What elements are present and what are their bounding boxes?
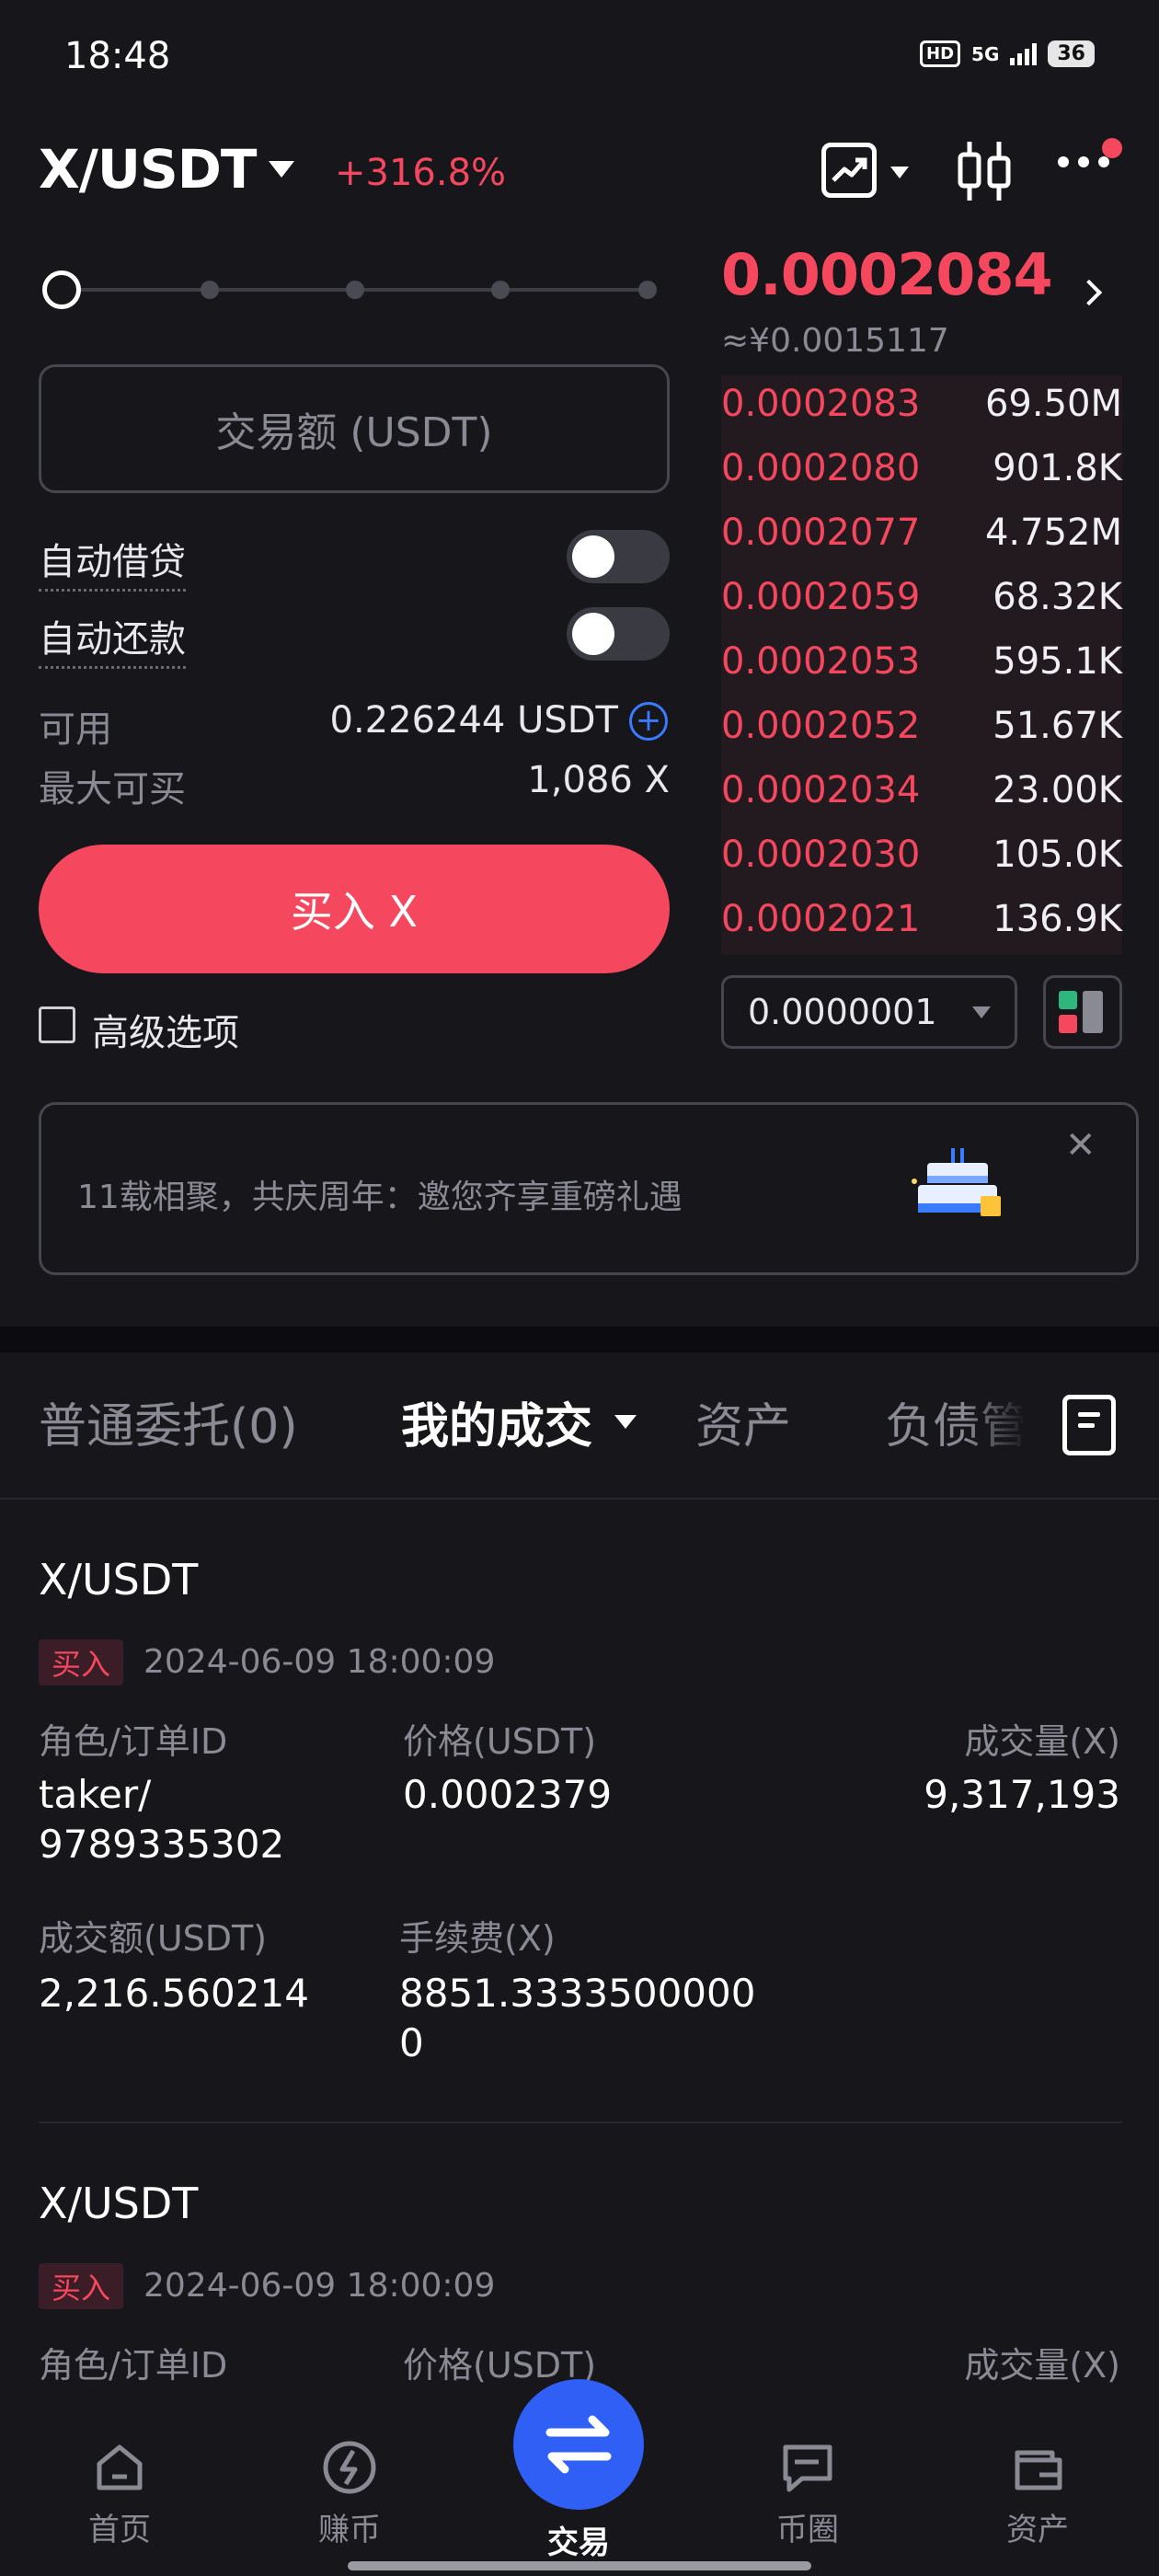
- auto-repay-toggle[interactable]: [567, 607, 670, 661]
- precision-value: 0.0000001: [748, 992, 937, 1032]
- role-label: 角色/订单ID: [39, 1721, 228, 1762]
- transfer-plus-icon[interactable]: +: [629, 702, 668, 741]
- promo-banner-text: 11载相聚，共庆周年：邀您齐享重磅礼遇: [77, 1179, 683, 1216]
- volume-value: 9,317,193: [924, 1772, 1120, 1817]
- chart-icon[interactable]: [821, 143, 877, 198]
- buy-button[interactable]: 买入 X: [39, 845, 670, 973]
- trade-time: 2024-06-09 18:00:09: [143, 2267, 496, 2305]
- auto-borrow-label: 自动借贷: [39, 532, 186, 592]
- home-indicator[interactable]: [348, 2561, 811, 2570]
- nav-trade[interactable]: [513, 2379, 644, 2510]
- amount-input[interactable]: 交易额 (USDT): [39, 364, 670, 493]
- role-label: 角色/订单ID: [39, 2345, 228, 2386]
- nav-trade-label: 交易: [547, 2524, 610, 2561]
- notification-dot: [1102, 138, 1122, 158]
- hd-icon: HD: [920, 40, 961, 67]
- ask-row[interactable]: 0.0002030 105.0K: [721, 822, 1122, 887]
- ask-row[interactable]: 0.0002077 4.752M: [721, 500, 1122, 565]
- orderbook-layout-icon[interactable]: [1043, 975, 1122, 1049]
- role-value: taker/: [39, 1772, 152, 1817]
- trade-pair: X/USDT: [39, 1555, 199, 1604]
- slider-stop-50[interactable]: [346, 281, 364, 299]
- chart-dropdown-icon[interactable]: [890, 167, 909, 178]
- caret-down-icon[interactable]: [614, 1415, 637, 1429]
- wallet-icon: [1015, 2450, 1062, 2490]
- side-badge: 买入: [39, 2263, 123, 2309]
- auto-borrow-toggle[interactable]: [567, 530, 670, 583]
- amount-label: 成交额(USDT): [39, 1918, 268, 1959]
- tab-open-orders[interactable]: 普通委托(0): [39, 1387, 298, 1456]
- ask-row[interactable]: 0.0002021 136.9K: [721, 887, 1122, 951]
- price-change: +316.8%: [335, 152, 507, 194]
- nav-community[interactable]: 币圈: [725, 2438, 890, 2549]
- nav-assets-label: 资产: [1006, 2512, 1069, 2548]
- available-label: 可用: [39, 708, 112, 751]
- last-price: 0.0002084: [721, 241, 1053, 308]
- side-badge: 买入: [39, 1639, 123, 1685]
- tab-my-trades[interactable]: 我的成交: [401, 1387, 592, 1456]
- volume-label: 成交量(X): [964, 2345, 1120, 2386]
- ask-row[interactable]: 0.0002080 901.8K: [721, 436, 1122, 500]
- caret-down-icon: [972, 1006, 991, 1018]
- section-divider: [0, 1327, 1159, 1352]
- signal-icon: [1010, 42, 1038, 65]
- ask-row[interactable]: 0.0002083 69.50M: [721, 372, 1122, 436]
- cake-icon: [912, 1148, 1001, 1216]
- advanced-checkbox[interactable]: [39, 1006, 75, 1043]
- tabs-divider: [0, 1498, 1159, 1500]
- close-icon[interactable]: ✕: [1065, 1124, 1096, 1167]
- ask-row[interactable]: 0.0002053 595.1K: [721, 629, 1122, 694]
- home-icon: [97, 2444, 143, 2490]
- pair-title[interactable]: X/USDT: [39, 138, 257, 201]
- auto-repay-label: 自动还款: [39, 609, 186, 669]
- nav-earn-label: 赚币: [318, 2512, 381, 2548]
- ask-row[interactable]: 0.0002059 68.32K: [721, 565, 1122, 629]
- available-value: 0.226244 USDT: [329, 699, 618, 742]
- candlestick-icon[interactable]: [955, 138, 1014, 204]
- tabs-fade: [966, 1371, 1067, 1472]
- nav-assets[interactable]: 资产: [955, 2438, 1120, 2549]
- precision-select[interactable]: 0.0000001: [721, 975, 1017, 1049]
- ask-row[interactable]: 0.0002034 23.00K: [721, 758, 1122, 822]
- battery-icon: 36: [1048, 40, 1095, 67]
- advanced-label: 高级选项: [92, 1012, 239, 1054]
- amount-value: 2,216.560214: [39, 1971, 309, 2016]
- tab-assets[interactable]: 资产: [695, 1387, 791, 1456]
- volume-label: 成交量(X): [964, 1721, 1120, 1762]
- network-label: 5G: [971, 42, 1000, 65]
- max-buy-label: 最大可买: [39, 768, 186, 811]
- status-icons: HD 5G 36: [920, 40, 1095, 67]
- amount-slider-knob[interactable]: [42, 270, 81, 309]
- status-time: 18:48: [64, 35, 171, 77]
- ask-row[interactable]: 0.0002052 51.67K: [721, 694, 1122, 758]
- pair-dropdown-icon[interactable]: [269, 161, 294, 178]
- order-id-value: 9789335302: [39, 1822, 285, 1867]
- price-label: 价格(USDT): [403, 1721, 597, 1762]
- nav-home[interactable]: 首页: [37, 2438, 202, 2549]
- fee-value-cont: 0: [399, 2020, 424, 2065]
- nav-earn[interactable]: 赚币: [267, 2438, 432, 2549]
- nav-community-label: 币圈: [776, 2512, 839, 2548]
- nav-home-label: 首页: [88, 2512, 151, 2548]
- fee-label: 手续费(X): [399, 1918, 556, 1959]
- slider-stop-75[interactable]: [491, 281, 510, 299]
- swap-icon: [545, 2415, 612, 2474]
- fee-value: 8851.3333500000: [399, 1971, 756, 2016]
- max-buy-value: 1,086 X: [527, 759, 670, 801]
- last-price-cny: ≈¥0.0015117: [721, 322, 949, 360]
- trade-pair: X/USDT: [39, 2179, 199, 2228]
- slider-stop-25[interactable]: [201, 281, 219, 299]
- record-divider: [39, 2122, 1122, 2123]
- trade-time: 2024-06-09 18:00:09: [143, 1643, 496, 1681]
- order-history-icon[interactable]: [1062, 1395, 1116, 1455]
- chat-icon: [783, 2444, 832, 2492]
- earn-icon: [323, 2441, 376, 2494]
- slider-stop-100[interactable]: [638, 281, 657, 299]
- chevron-right-icon[interactable]: [1075, 279, 1103, 306]
- price-value: 0.0002379: [403, 1772, 613, 1817]
- more-icon[interactable]: [1058, 156, 1109, 167]
